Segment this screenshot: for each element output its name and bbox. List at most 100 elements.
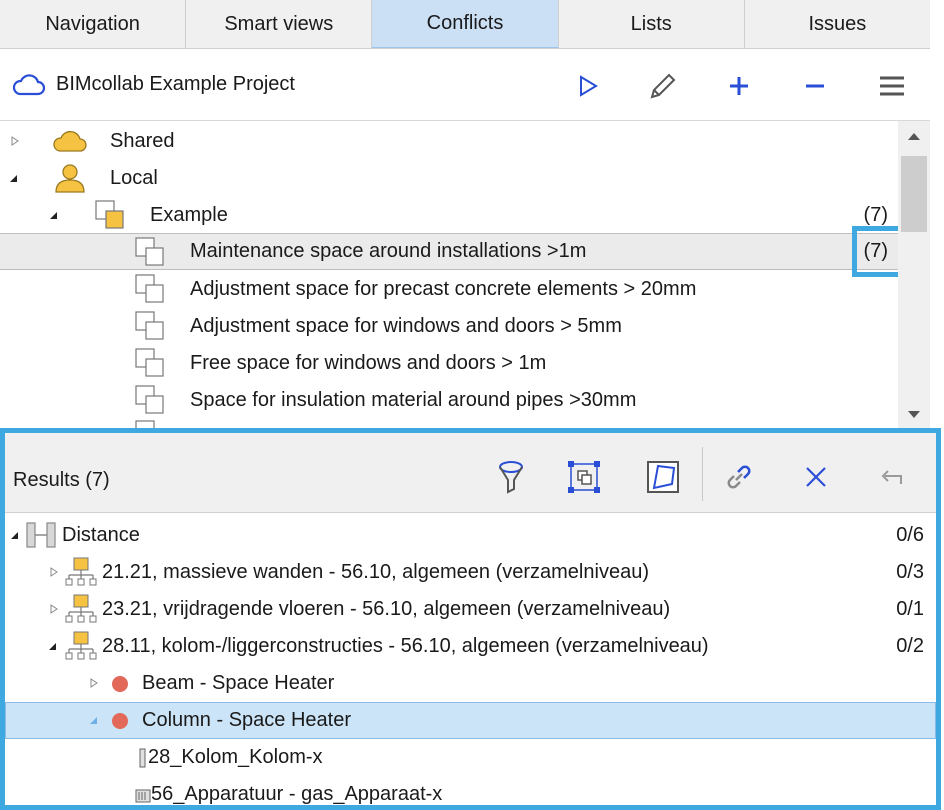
tree-item-label: Space for insulation material around pip… [190, 389, 637, 411]
result-row-group[interactable]: 28.11, kolom-/liggerconstructies - 56.10… [5, 628, 936, 665]
count-highlight [852, 226, 903, 277]
remove-button[interactable] [798, 69, 832, 103]
result-count: 0/1 [896, 598, 924, 620]
user-icon [55, 164, 85, 193]
tree-item-label: Free space for windows and doors > 1m [190, 352, 547, 374]
result-row-element[interactable]: 28_Kolom_Kolom-x [5, 739, 936, 776]
result-count: 0/6 [896, 524, 924, 546]
cloud-icon [12, 73, 46, 95]
section-box-button[interactable] [645, 459, 681, 495]
result-label: 56_Apparatuur - gas_Apparaat-x [151, 783, 443, 805]
tree-item-label: Adjustment space for windows and doors >… [190, 315, 622, 337]
tab-navigation[interactable]: Navigation [0, 0, 187, 48]
section-box-icon [647, 461, 679, 493]
clear-button[interactable] [798, 459, 834, 495]
hierarchy-icon [65, 594, 97, 623]
result-row-group[interactable]: 23.21, vrijdragende vloeren - 56.10, alg… [5, 591, 936, 628]
tree-item-rule[interactable]: Space for insulation material around pip… [0, 382, 898, 419]
results-title: Results (7) [13, 469, 110, 491]
tree-item-label: Adjustment space for precast concrete el… [190, 278, 697, 300]
shared-cloud-icon [53, 130, 87, 152]
distance-icon [26, 522, 56, 548]
rule-group-icon [95, 200, 124, 229]
scroll-down-icon[interactable] [907, 410, 921, 420]
tree-item-shared[interactable]: Shared [0, 123, 898, 160]
rule-icon [135, 274, 164, 303]
tree-item-example[interactable]: Example (7) [0, 197, 898, 234]
project-title: BIMcollab Example Project [56, 73, 295, 95]
tab-conflicts[interactable]: Conflicts [372, 0, 559, 48]
filter-button[interactable] [493, 459, 529, 495]
result-row-clash[interactable]: Beam - Space Heater [5, 665, 936, 702]
add-button[interactable] [722, 69, 756, 103]
tree-item-rule[interactable]: Maintenance space around installations >… [0, 233, 898, 270]
hierarchy-icon [65, 631, 97, 660]
result-row-clash-selected[interactable]: Column - Space Heater [5, 702, 936, 739]
caret-right-icon[interactable] [10, 136, 20, 146]
caret-down-icon[interactable] [48, 210, 58, 220]
caret-down-icon[interactable] [47, 641, 57, 651]
clash-status-icon [112, 713, 128, 729]
column-element-icon [139, 748, 146, 768]
link-button[interactable] [721, 459, 757, 495]
results-panel: Results (7) Distance 0/6 21.21, massieve… [0, 428, 941, 810]
caret-right-icon[interactable] [49, 567, 59, 577]
caret-down-icon[interactable] [88, 715, 98, 725]
result-row-distance[interactable]: Distance 0/6 [5, 517, 936, 554]
tab-lists[interactable]: Lists [559, 0, 745, 48]
result-label: 28_Kolom_Kolom-x [148, 746, 323, 768]
result-label: 21.21, massieve wanden - 56.10, algemeen… [102, 561, 649, 583]
tab-smart-views[interactable]: Smart views [186, 0, 373, 48]
run-button[interactable] [571, 69, 605, 103]
hierarchy-icon [65, 557, 97, 586]
rule-tree: Shared Local Example (7) Maintenance spa… [0, 121, 898, 428]
menu-button[interactable] [875, 69, 909, 103]
result-count: 0/3 [896, 561, 924, 583]
result-label: 23.21, vrijdragende vloeren - 56.10, alg… [102, 598, 671, 620]
result-count: 0/2 [896, 635, 924, 657]
rule-icon [135, 420, 155, 428]
filter-icon [499, 461, 523, 494]
tree-item-label: Example [150, 204, 228, 226]
isolate-icon [568, 461, 600, 493]
edit-button[interactable] [646, 69, 680, 103]
caret-down-icon[interactable] [9, 530, 19, 540]
tree-item-label: Maintenance space around installations >… [190, 240, 587, 262]
result-label: 28.11, kolom-/liggerconstructies - 56.10… [102, 635, 709, 657]
tree-item-rule[interactable]: Adjustment space for windows and doors >… [0, 308, 898, 345]
tree-item-rule[interactable]: Free space for windows and doors > 1m [0, 345, 898, 382]
tree-item-count: (7) [863, 204, 888, 226]
caret-right-icon[interactable] [89, 678, 99, 688]
tab-issues[interactable]: Issues [745, 0, 930, 48]
results-toolbar: Results (7) [5, 433, 936, 513]
undo-icon [881, 470, 902, 484]
result-row-group[interactable]: 21.21, massieve wanden - 56.10, algemeen… [5, 554, 936, 591]
tab-bar: Navigation Smart views Conflicts Lists I… [0, 0, 930, 49]
tree-item-local[interactable]: Local [0, 160, 898, 197]
minus-icon [806, 84, 824, 88]
rule-icon [135, 237, 164, 266]
tree-item-label: Shared [110, 130, 175, 152]
toolbar-separator [702, 447, 703, 501]
undo-button[interactable] [874, 459, 910, 495]
equipment-element-icon [135, 789, 151, 803]
hamburger-icon [880, 76, 904, 96]
rule-icon [135, 348, 164, 377]
clash-status-icon [112, 676, 128, 692]
caret-down-icon[interactable] [8, 173, 18, 183]
isolate-button[interactable] [566, 459, 602, 495]
plus-icon [730, 77, 748, 95]
tree-scrollbar[interactable] [898, 121, 930, 428]
play-icon [580, 75, 598, 97]
project-toolbar: BIMcollab Example Project [0, 49, 930, 121]
link-icon [727, 465, 751, 489]
result-label: Distance [62, 524, 140, 546]
caret-right-icon[interactable] [49, 604, 59, 614]
tree-item-rule[interactable]: Adjustment space for precast concrete el… [0, 271, 898, 308]
result-label: Column - Space Heater [142, 709, 351, 731]
close-icon [806, 467, 826, 487]
scroll-thumb[interactable] [901, 156, 927, 232]
pencil-icon [650, 73, 676, 99]
result-row-element[interactable]: 56_Apparatuur - gas_Apparaat-x [5, 776, 936, 810]
scroll-up-icon[interactable] [907, 131, 921, 141]
